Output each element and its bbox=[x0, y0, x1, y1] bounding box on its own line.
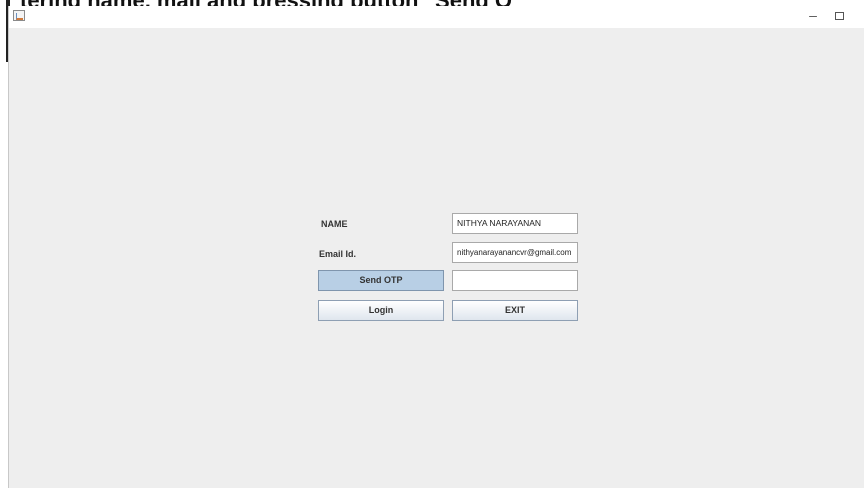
maximize-icon[interactable] bbox=[835, 12, 844, 20]
minimize-icon[interactable]: – bbox=[805, 8, 821, 24]
send-otp-button[interactable]: Send OTP bbox=[318, 270, 444, 291]
email-field[interactable]: nithyanarayanancvr@gmail.com bbox=[452, 242, 578, 263]
title-bar: – bbox=[9, 6, 864, 28]
java-app-icon bbox=[13, 10, 25, 21]
name-field[interactable]: NITHYA NARAYANAN bbox=[452, 213, 578, 234]
otp-field[interactable] bbox=[452, 270, 578, 291]
email-label: Email Id. bbox=[319, 249, 357, 259]
login-button[interactable]: Login bbox=[318, 300, 444, 321]
app-window: – NAME NITHYA NARAYANAN Email Id. nithya… bbox=[8, 6, 864, 488]
name-label: NAME bbox=[321, 219, 348, 229]
exit-button[interactable]: EXIT bbox=[452, 300, 578, 321]
screenshot: tering name, mail and pressing button "S… bbox=[0, 0, 864, 488]
